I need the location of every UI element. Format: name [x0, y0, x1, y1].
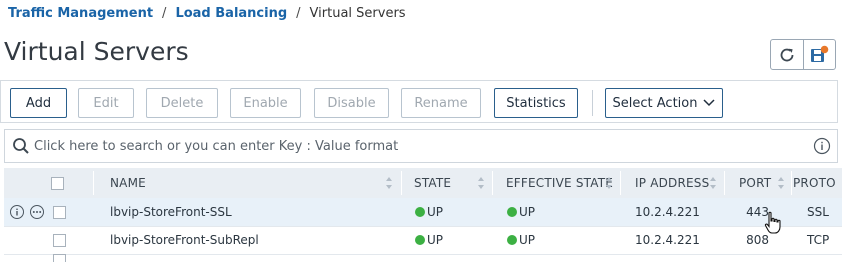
status-up-icon: [415, 235, 425, 245]
column-separator: [401, 171, 402, 195]
column-header-effective-state[interactable]: EFFECTIVE STATE: [506, 168, 613, 198]
breadcrumb: Traffic Management / Load Balancing / Vi…: [8, 6, 406, 21]
column-header-state[interactable]: STATE: [414, 168, 451, 198]
column-header-protocol[interactable]: PROTO: [793, 168, 836, 198]
breadcrumb-separator: /: [296, 6, 301, 21]
sort-icon[interactable]: [477, 175, 485, 191]
cell-effective-state: UP: [507, 226, 535, 254]
column-separator: [620, 171, 621, 195]
state-label: UP: [427, 233, 444, 247]
table-row[interactable]: lbvip-StoreFront-SubRepl UP UP 10.2.4.22…: [4, 226, 842, 255]
save-button[interactable]: [802, 40, 836, 69]
cell-name: lbvip-StoreFront-SubRepl: [110, 233, 259, 247]
chevron-down-icon: [703, 99, 715, 107]
search-icon: [11, 136, 31, 156]
cell-protocol: TCP: [807, 233, 830, 247]
breadcrumb-separator: /: [162, 6, 167, 21]
row-more-button[interactable]: [30, 198, 44, 226]
column-header-port[interactable]: PORT: [739, 168, 771, 198]
search-bar[interactable]: Click here to search or you can enter Ke…: [4, 129, 838, 163]
sort-icon[interactable]: [777, 175, 785, 191]
row-checkbox[interactable]: [53, 233, 66, 247]
select-action-dropdown[interactable]: Select Action: [605, 88, 723, 118]
column-separator: [492, 171, 493, 195]
select-all-checkbox-cell[interactable]: [51, 168, 64, 198]
refresh-button[interactable]: [771, 40, 803, 69]
table-row[interactable]: lbvip-StoreFront-SSL UP UP 10.2.4.221 44…: [4, 198, 842, 227]
select-action-label: Select Action: [612, 95, 698, 111]
sort-icon[interactable]: [385, 175, 393, 191]
action-toolbar: Add Edit Delete Enable Disable Rename St…: [0, 80, 838, 123]
add-button[interactable]: Add: [10, 88, 67, 118]
cell-name: lbvip-StoreFront-SSL: [110, 205, 232, 219]
column-separator: [724, 171, 725, 195]
edit-button[interactable]: Edit: [78, 88, 134, 118]
row-info-button[interactable]: [10, 198, 24, 226]
row-checkbox-cell[interactable]: [53, 198, 66, 226]
cell-state: UP: [415, 198, 443, 226]
effective-state-label: UP: [519, 205, 536, 219]
info-icon[interactable]: [813, 137, 831, 155]
breadcrumb-traffic-management[interactable]: Traffic Management: [8, 6, 153, 21]
column-header-ip-address[interactable]: IP ADDRESS: [635, 168, 709, 198]
header-icon-group: [770, 39, 836, 70]
select-all-checkbox[interactable]: [51, 176, 64, 190]
hand-cursor-icon: [764, 211, 781, 234]
cell-ip-address: 10.2.4.221: [635, 233, 700, 247]
cell-state: UP: [415, 226, 443, 254]
sort-icon[interactable]: [709, 175, 717, 191]
effective-state-label: UP: [519, 233, 536, 247]
row-checkbox[interactable]: [53, 205, 66, 219]
status-up-icon: [507, 207, 517, 217]
page-title: Virtual Servers: [4, 37, 189, 66]
enable-button[interactable]: Enable: [230, 88, 301, 118]
info-icon: [10, 205, 24, 219]
table-header: NAME STATE EFFECTIVE STATE IP ADDRESS PO…: [4, 168, 842, 199]
delete-button[interactable]: Delete: [146, 88, 218, 118]
rename-button[interactable]: Rename: [401, 88, 481, 118]
state-label: UP: [427, 205, 444, 219]
status-up-icon: [507, 235, 517, 245]
column-separator: [791, 171, 792, 195]
sort-icon[interactable]: [605, 175, 613, 191]
disable-button[interactable]: Disable: [314, 88, 389, 118]
save-icon: [811, 45, 829, 62]
breadcrumb-current: Virtual Servers: [309, 6, 406, 21]
row-checkbox[interactable]: [53, 254, 66, 262]
row-checkbox-cell[interactable]: [53, 254, 66, 264]
status-up-icon: [415, 207, 425, 217]
column-separator: [93, 171, 94, 195]
table-row[interactable]: [4, 254, 842, 264]
row-checkbox-cell[interactable]: [53, 226, 66, 254]
cell-ip-address: 10.2.4.221: [635, 205, 700, 219]
toolbar-divider: [592, 90, 593, 116]
more-options-icon: [30, 205, 44, 219]
column-header-name[interactable]: NAME: [110, 168, 146, 198]
cell-effective-state: UP: [507, 198, 535, 226]
breadcrumb-load-balancing[interactable]: Load Balancing: [175, 6, 287, 21]
cell-protocol: SSL: [807, 205, 829, 219]
statistics-button[interactable]: Statistics: [494, 88, 578, 118]
refresh-icon: [780, 48, 794, 61]
search-input[interactable]: Click here to search or you can enter Ke…: [34, 139, 813, 154]
